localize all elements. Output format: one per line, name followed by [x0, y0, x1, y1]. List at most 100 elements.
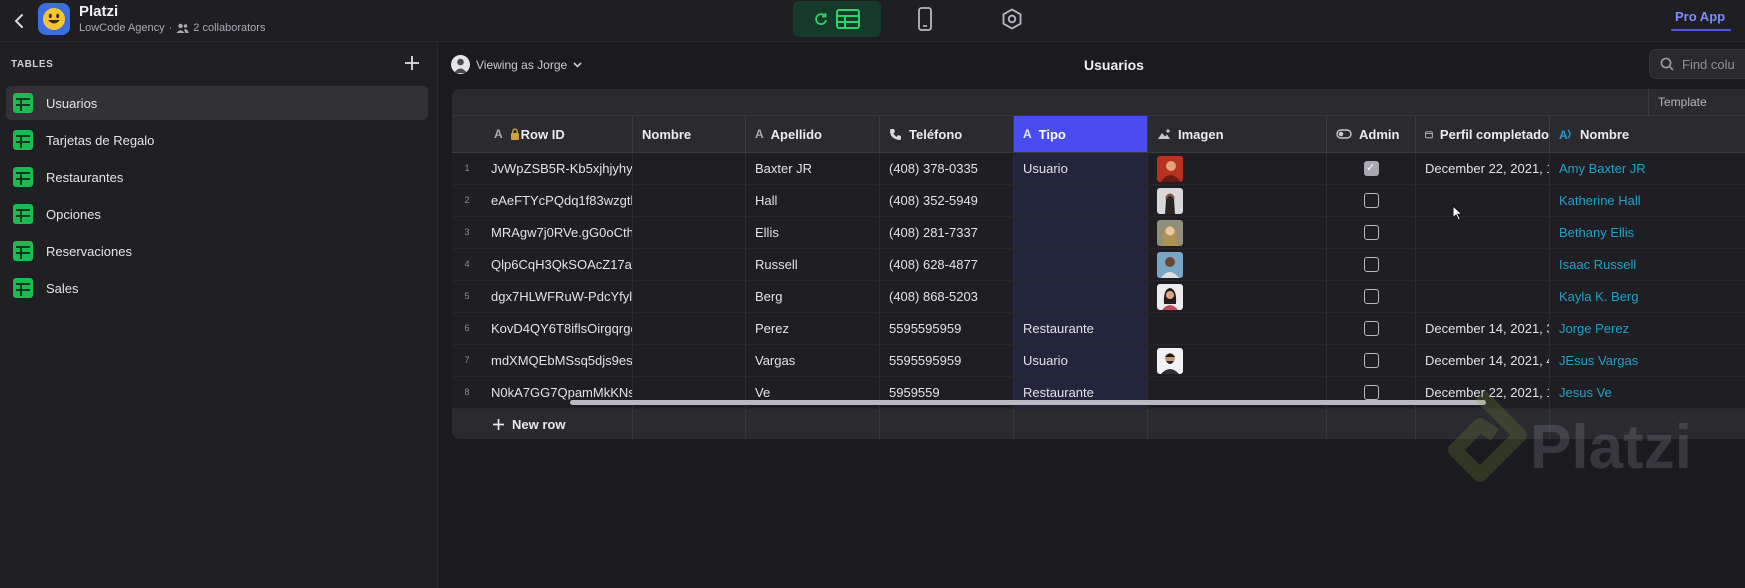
admin-checkbox[interactable]	[1364, 193, 1379, 208]
admin-checkbox[interactable]	[1364, 353, 1379, 368]
cell-row-id[interactable]: Qlp6CqH3QkSOAcZ17ac	[482, 249, 632, 280]
cell-tipo[interactable]	[1013, 185, 1147, 216]
cell-telefono[interactable]: 5595595959	[879, 345, 1013, 376]
sidebar-item-usuarios[interactable]: Usuarios	[6, 86, 428, 120]
cell-admin[interactable]	[1326, 249, 1415, 280]
cell-perfil-completado[interactable]: December 22, 2021, 12	[1415, 153, 1549, 184]
cell-nombre[interactable]	[632, 185, 745, 216]
cell-admin[interactable]	[1326, 313, 1415, 344]
table-row[interactable]: 1 JvWpZSB5R-Kb5xjhjyhy Baxter JR (408) 3…	[452, 153, 1745, 185]
settings-mode-button[interactable]	[992, 1, 1032, 37]
cell-row-id[interactable]: dgx7HLWFRuW-PdcYfyla K.	[482, 281, 632, 312]
cell-row-id[interactable]: eAeFTYcPQdq1f83wzgtherine	[482, 185, 632, 216]
sidebar-item-sales[interactable]: Sales	[6, 271, 428, 305]
cell-tipo[interactable]	[1013, 217, 1147, 248]
table-row[interactable]: 5 dgx7HLWFRuW-PdcYfyla K. Berg (408) 868…	[452, 281, 1745, 313]
cell-nombre[interactable]	[632, 217, 745, 248]
cell-telefono[interactable]: (408) 378-0335	[879, 153, 1013, 184]
admin-checkbox[interactable]	[1364, 225, 1379, 240]
table-icon	[12, 92, 34, 114]
table-row[interactable]: 2 eAeFTYcPQdq1f83wzgtherine Hall (408) 3…	[452, 185, 1745, 217]
cell-row-id[interactable]: JvWpZSB5R-Kb5xjhjyhy	[482, 153, 632, 184]
column-header-template-nombre[interactable]: A Nombre	[1549, 116, 1745, 153]
column-header-admin[interactable]: Admin	[1326, 116, 1415, 153]
cell-apellido[interactable]: Hall	[745, 185, 879, 216]
column-header-imagen[interactable]: Imagen	[1147, 116, 1326, 153]
column-divider	[1326, 409, 1327, 439]
cell-imagen[interactable]	[1147, 249, 1326, 280]
cell-apellido[interactable]: Perez	[745, 313, 879, 344]
new-row-button[interactable]: New row	[492, 409, 565, 439]
column-header-tipo[interactable]: A Tipo	[1013, 116, 1147, 153]
cell-imagen[interactable]	[1147, 217, 1326, 248]
cell-admin[interactable]	[1326, 217, 1415, 248]
cell-telefono[interactable]: (408) 281-7337	[879, 217, 1013, 248]
cell-nombre[interactable]	[632, 345, 745, 376]
cell-row-id[interactable]: MRAgw7j0RVe.gG0oCthany	[482, 217, 632, 248]
cell-nombre[interactable]	[632, 281, 745, 312]
cell-perfil-completado[interactable]: December 14, 2021, 3:2	[1415, 313, 1549, 344]
admin-checkbox[interactable]	[1364, 153, 1379, 184]
cell-tipo[interactable]: Usuario	[1013, 153, 1147, 184]
cell-tipo[interactable]: Restaurante	[1013, 313, 1147, 344]
cell-telefono[interactable]: (408) 352-5949	[879, 185, 1013, 216]
cell-perfil-completado[interactable]	[1415, 217, 1549, 248]
pro-app-label[interactable]: Pro App	[1675, 9, 1725, 24]
cell-perfil-completado[interactable]	[1415, 185, 1549, 216]
sidebar-item-reservaciones[interactable]: Reservaciones	[6, 234, 428, 268]
cell-apellido[interactable]: Berg	[745, 281, 879, 312]
sidebar-item-tarjetas-de-regalo[interactable]: Tarjetas de Regalo	[6, 123, 428, 157]
cell-admin[interactable]	[1326, 153, 1415, 184]
cell-admin[interactable]	[1326, 281, 1415, 312]
cell-imagen[interactable]	[1147, 185, 1326, 216]
column-header-telefono[interactable]: Teléfono	[879, 116, 1013, 153]
cell-perfil-completado[interactable]	[1415, 249, 1549, 280]
cell-admin[interactable]	[1326, 345, 1415, 376]
cell-admin[interactable]	[1326, 185, 1415, 216]
sidebar-item-opciones[interactable]: Opciones	[6, 197, 428, 231]
column-header-nombre[interactable]: Nombre	[632, 116, 745, 153]
data-editor-mode-button[interactable]	[793, 1, 881, 37]
cell-apellido[interactable]: Russell	[745, 249, 879, 280]
collaborators-count[interactable]: 2 collaborators	[193, 22, 265, 34]
find-column-search[interactable]: Find colu	[1649, 49, 1745, 79]
cell-nombre[interactable]	[632, 153, 745, 184]
cell-imagen[interactable]	[1147, 345, 1326, 376]
add-table-button[interactable]	[401, 52, 423, 74]
column-header-apellido[interactable]: A Apellido	[745, 116, 879, 153]
cell-row-id[interactable]: KovD4QY6T8iflsOirgqrge	[482, 313, 632, 344]
cell-imagen[interactable]	[1147, 313, 1326, 344]
admin-checkbox[interactable]	[1364, 257, 1379, 272]
viewing-as-dropdown[interactable]: Viewing as Jorge	[451, 55, 582, 74]
cell-perfil-completado[interactable]	[1415, 281, 1549, 312]
admin-checkbox[interactable]	[1364, 385, 1379, 400]
cell-tipo[interactable]	[1013, 249, 1147, 280]
column-header-row-id[interactable]: A Row ID	[452, 116, 632, 153]
cell-nombre[interactable]	[632, 249, 745, 280]
cell-apellido[interactable]: Vargas	[745, 345, 879, 376]
cell-nombre[interactable]	[632, 313, 745, 344]
table-row[interactable]: 3 MRAgw7j0RVe.gG0oCthany Ellis (408) 281…	[452, 217, 1745, 249]
layout-mode-button[interactable]	[906, 1, 944, 37]
cell-telefono[interactable]: (408) 868-5203	[879, 281, 1013, 312]
cell-tipo[interactable]	[1013, 281, 1147, 312]
table-row[interactable]: 6 KovD4QY6T8iflsOirgqrge Perez 559559595…	[452, 313, 1745, 345]
cell-row-id[interactable]: mdXMQEbMSsq5djs9esus	[482, 345, 632, 376]
back-button[interactable]	[6, 8, 32, 34]
horizontal-scrollbar[interactable]	[570, 400, 1486, 405]
column-header-label: Admin	[1359, 126, 1400, 142]
sidebar-item-restaurantes[interactable]: Restaurantes	[6, 160, 428, 194]
cell-imagen[interactable]	[1147, 281, 1326, 312]
cell-imagen[interactable]	[1147, 153, 1326, 184]
admin-checkbox[interactable]	[1364, 289, 1379, 304]
table-row[interactable]: 4 Qlp6CqH3QkSOAcZ17ac Russell (408) 628-…	[452, 249, 1745, 281]
admin-checkbox[interactable]	[1364, 321, 1379, 336]
cell-apellido[interactable]: Ellis	[745, 217, 879, 248]
cell-tipo[interactable]: Usuario	[1013, 345, 1147, 376]
cell-telefono[interactable]: (408) 628-4877	[879, 249, 1013, 280]
app-icon[interactable]	[38, 3, 70, 35]
column-header-perfil-completado[interactable]: Perfil completado	[1415, 116, 1549, 153]
cell-apellido[interactable]: Baxter JR	[745, 153, 879, 184]
row-number: 1	[464, 163, 470, 173]
cell-telefono[interactable]: 5595595959	[879, 313, 1013, 344]
